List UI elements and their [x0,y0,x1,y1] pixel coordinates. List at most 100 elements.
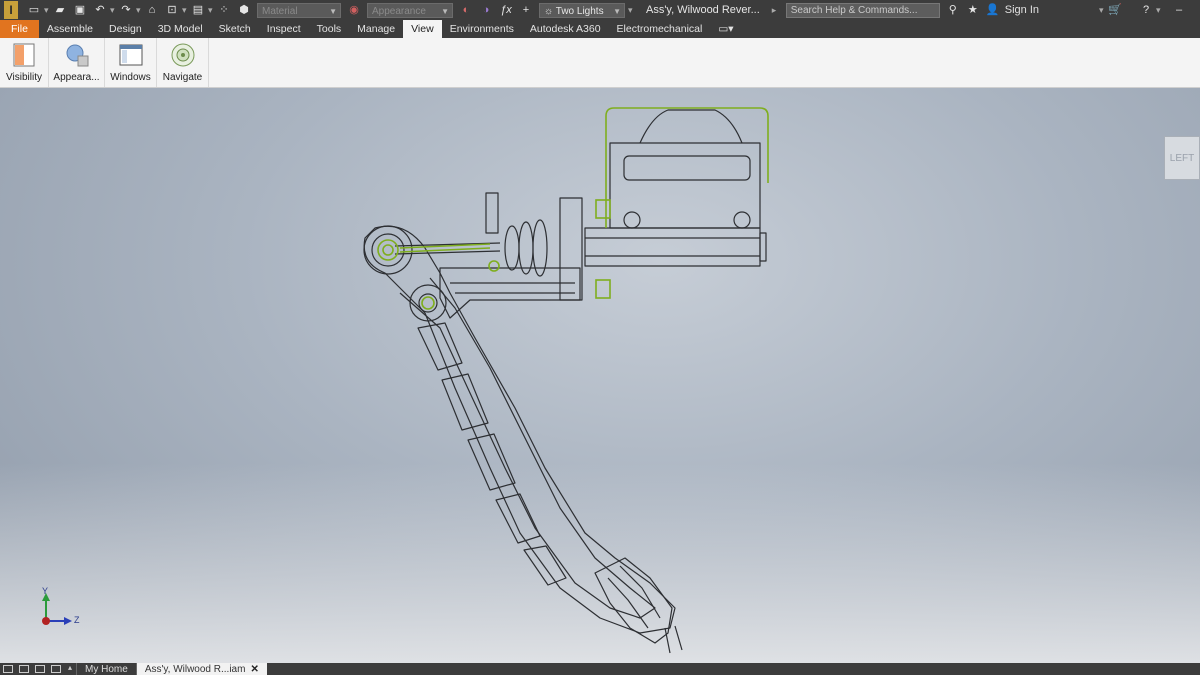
doc-tab-my-home[interactable]: My Home [76,663,136,675]
appearance-value: Appearance [372,5,426,17]
viewcube[interactable]: LEFT [1164,136,1200,180]
minimize-icon[interactable]: – [1172,3,1186,17]
adjust-icon[interactable]: ◐ [459,3,473,17]
new-icon[interactable]: ▭ [27,3,41,17]
appearance-label: Appeara... [53,72,100,83]
tab-tools[interactable]: Tools [309,20,350,38]
material-combo[interactable]: Material ▼ [257,2,341,18]
search-expand-icon[interactable]: ▸ [772,3,778,17]
customize-dropdown-icon[interactable]: ▾ [628,3,634,17]
chevron-down-icon: ▼ [613,6,621,16]
tab-design[interactable]: Design [101,20,150,38]
doc-menu-icon[interactable]: ▴ [68,663,72,672]
doc-tab-assembly[interactable]: Ass'y, Wilwood R...iam ✕ [135,663,267,675]
select-dropdown-icon[interactable]: ▾ [182,3,188,17]
close-icon[interactable]: ✕ [250,664,258,675]
undo-icon[interactable]: ↶ [93,3,107,17]
nut-highlight-top [595,199,611,219]
tab-sketch[interactable]: Sketch [211,20,259,38]
redo-dropdown-icon[interactable]: ▾ [136,3,142,17]
color-wheel-icon[interactable]: ◉ [347,3,361,17]
y-axis-label: Y [42,586,49,596]
clear-appearance-icon[interactable]: ◑ [479,3,493,17]
lighting-combo[interactable]: ☼ Two Lights ▼ [539,2,625,18]
pivot-bolt-ring [382,244,394,256]
component-icon[interactable]: ⬢ [237,3,251,17]
tab-manage[interactable]: Manage [349,20,403,38]
windows-button[interactable]: Windows [105,38,157,87]
pivot-boss-inner [371,233,405,267]
tab-view[interactable]: View [403,20,442,38]
split-windows-icon[interactable] [51,665,61,673]
lightbulb-icon: ☼ [544,5,556,17]
flange-stud [485,192,499,234]
help-dropdown-icon[interactable]: ▾ [1156,3,1162,17]
tab-file[interactable]: File [0,20,39,38]
sign-in-link[interactable]: Sign In [1005,4,1039,16]
tab-inspect[interactable]: Inspect [259,20,309,38]
tab-assemble[interactable]: Assemble [39,20,101,38]
parameters-icon[interactable]: ƒx [499,3,513,17]
plus-icon[interactable]: + [519,3,533,17]
doc-tab-label: My Home [85,664,128,675]
search-input[interactable]: Search Help & Commands... [785,2,940,18]
undo-dropdown-icon[interactable]: ▾ [110,3,116,17]
master-cylinder-body [584,227,761,267]
user-icon[interactable]: 👤 [986,3,1000,17]
cylinder-end-cap [759,232,767,262]
help-icon[interactable]: ? [1139,3,1153,17]
appearance-combo[interactable]: Appearance ▼ [367,2,453,18]
pivot-bolt-highlight [377,239,399,261]
graphics-viewport[interactable]: LEFT Y Z [0,88,1200,663]
measure-dropdown-icon[interactable]: ▾ [208,3,214,17]
pedal-pad-stud [664,625,683,654]
pedal-cutout-3 [467,433,516,491]
appearance-icon [66,44,88,67]
reservoir-bolt-right [733,211,751,229]
app-logo[interactable]: I [4,1,18,19]
update-icon[interactable]: ⁘ [217,3,231,17]
redo-icon[interactable]: ↷ [119,3,133,17]
spring-coil-1 [504,225,520,271]
arrange-windows-icon[interactable] [35,665,45,673]
pedal-cutout-5 [523,545,567,586]
visibility-button[interactable]: Visibility [0,38,49,87]
appearance-button[interactable]: Appeara... [49,38,105,87]
material-value: Material [262,5,298,17]
tab-3d-model[interactable]: 3D Model [150,20,211,38]
pedal-cutout-4 [495,493,541,544]
lighting-value: Two Lights [555,5,604,17]
brake-pedal-assembly-model[interactable] [0,88,1200,663]
navigate-icon [171,43,194,67]
ribbon-tab-bar: File Assemble Design 3D Model Sketch Inspect T… [0,20,1200,38]
home-icon[interactable]: ⌂ [145,3,159,17]
new-dropdown-icon[interactable]: ▾ [44,3,50,17]
windows-icon [119,44,142,66]
binoculars-icon[interactable]: ⚲ [946,3,960,17]
reservoir-cap [639,109,743,144]
tab-autodesk-a360[interactable]: Autodesk A360 [522,20,609,38]
tile-windows-icon[interactable] [3,665,13,673]
document-tab-bar: ▴ My Home Ass'y, Wilwood R...iam ✕ [0,663,1200,675]
tab-environments[interactable]: Environments [442,20,522,38]
pedal-cutout-1 [417,322,463,371]
tab-electromechanical[interactable]: Electromechanical [609,20,711,38]
z-axis-label: Z [74,615,80,625]
nut-highlight-bottom [595,279,611,299]
bracket-lines [450,282,575,294]
favorites-star-icon[interactable]: ★ [966,3,980,17]
document-title: Ass'y, Wilwood Rever... [646,4,760,16]
spring-coil-2 [518,221,534,275]
open-icon[interactable]: ▰ [53,3,67,17]
mounting-flange [559,197,583,301]
master-cylinder-lines [585,237,760,257]
measure-icon[interactable]: ▤ [191,3,205,17]
navigate-button[interactable]: Navigate [157,38,209,87]
cart-icon[interactable]: 🛒 [1108,3,1122,17]
ribbon-options-icon[interactable]: ▭▾ [710,20,741,38]
sign-in-dropdown-icon[interactable]: ▾ [1099,3,1105,17]
pedal-arm-outline [363,225,676,634]
cascade-windows-icon[interactable] [19,665,29,673]
select-icon[interactable]: ⊡ [165,3,179,17]
save-icon[interactable]: ▣ [73,3,87,17]
